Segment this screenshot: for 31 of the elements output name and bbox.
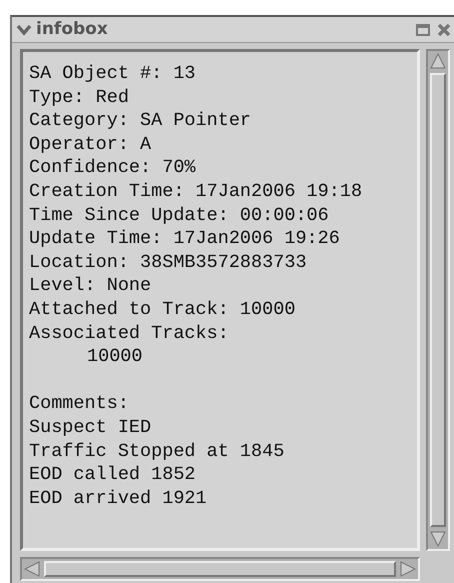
close-icon[interactable] (438, 24, 450, 36)
info-line: Creation Time: 17Jan2006 19:18 (29, 180, 364, 204)
info-line: 10000 (86, 345, 144, 369)
info-line: Traffic Stopped at 1845 (29, 440, 286, 464)
info-line: Suspect IED (29, 416, 152, 440)
scrollbar-thumb[interactable] (44, 561, 396, 577)
vertical-scrollbar[interactable] (426, 49, 450, 551)
info-line: EOD called 1852 (29, 463, 197, 487)
horizontal-scrollbar[interactable] (20, 557, 420, 581)
info-line: SA Object #: 13 (29, 62, 197, 86)
info-line: Confidence: 70% (29, 156, 197, 180)
scroll-up-arrow-icon[interactable] (428, 51, 448, 71)
info-line: EOD arrived 1921 (29, 486, 208, 510)
info-line: Time Since Update: 00:00:06 (29, 204, 330, 228)
info-text-area[interactable] (20, 49, 420, 551)
maximize-icon[interactable] (416, 24, 430, 36)
info-line: Category: SA Pointer (29, 109, 252, 133)
info-line: Attached to Track: 10000 (29, 298, 296, 322)
window-title: infobox (36, 18, 108, 41)
info-line: Location: 38SMB3572883733 (29, 250, 308, 274)
info-line: Comments: (29, 392, 130, 416)
scrollbar-thumb[interactable] (430, 73, 446, 527)
scroll-left-arrow-icon[interactable] (22, 559, 42, 579)
info-line: Type: Red (29, 86, 130, 110)
collapse-chevron-icon[interactable] (16, 24, 32, 36)
scroll-right-arrow-icon[interactable] (398, 559, 418, 579)
scroll-down-arrow-icon[interactable] (428, 529, 448, 549)
info-line: Update Time: 17Jan2006 19:26 (29, 227, 341, 251)
info-line: Level: None (29, 274, 152, 298)
info-line: Associated Tracks: (29, 322, 230, 346)
info-line: Operator: A (29, 132, 152, 156)
